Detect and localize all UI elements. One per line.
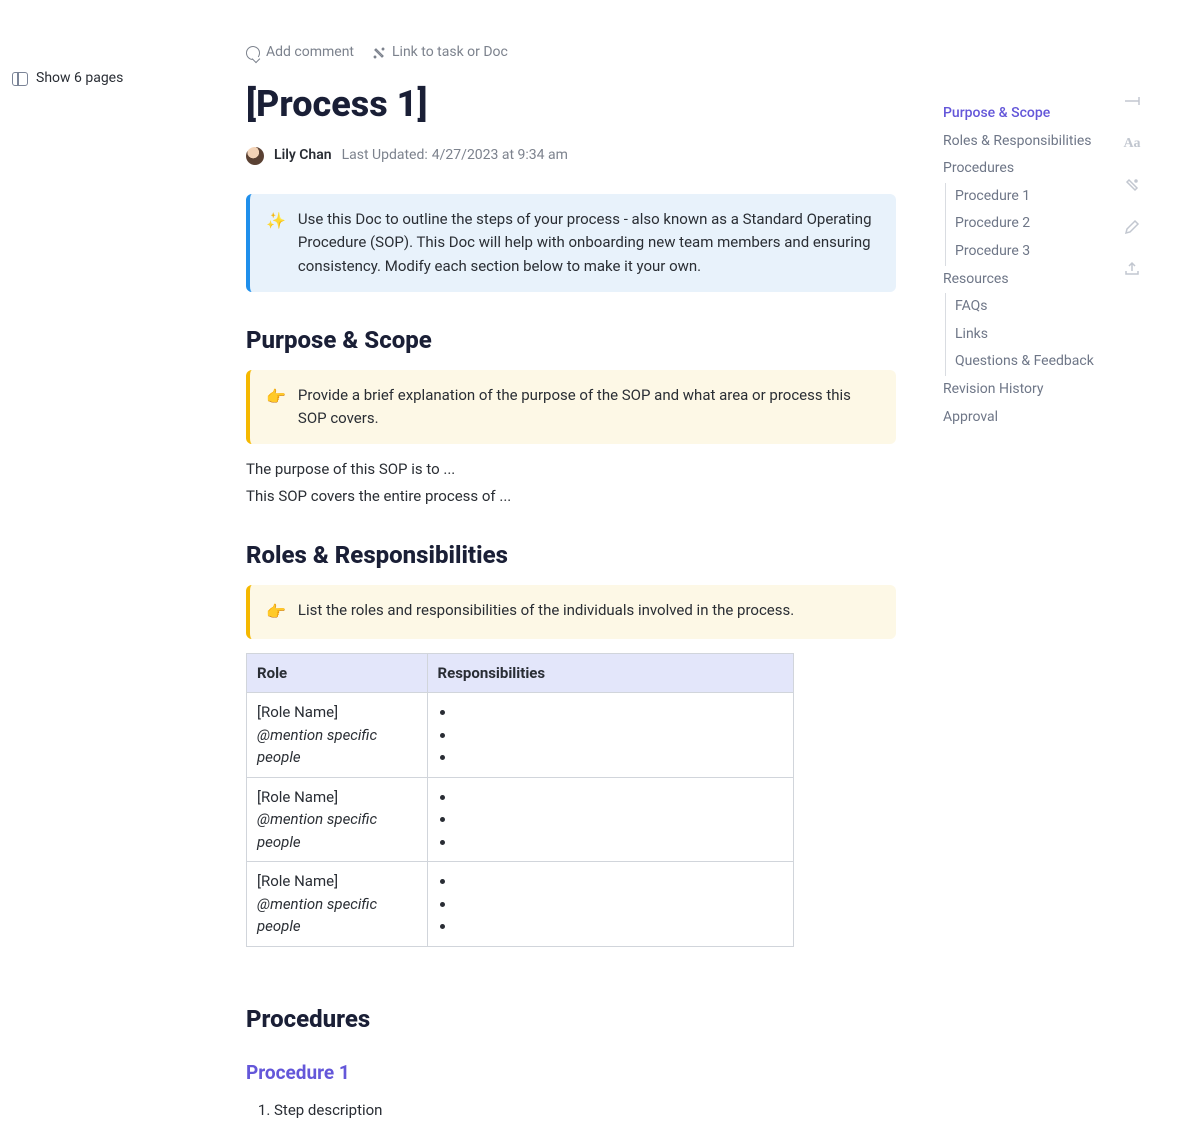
role-mention: @mention specific people — [257, 808, 417, 853]
responsibility-item[interactable] — [456, 724, 784, 747]
add-comment-label: Add comment — [266, 42, 354, 63]
link-task-button[interactable]: Link to task or Doc — [372, 42, 508, 63]
author-avatar[interactable] — [246, 147, 264, 165]
heading-roles[interactable]: Roles & Responsibilities — [246, 537, 896, 573]
table-row[interactable]: [Role Name]@mention specific people — [247, 862, 794, 947]
edit-icon[interactable] — [1123, 218, 1141, 236]
table-row[interactable]: [Role Name]@mention specific people — [247, 693, 794, 778]
outline-item[interactable]: Links — [943, 321, 1103, 349]
point-right-icon: 👉 — [266, 384, 286, 431]
role-name: [Role Name] — [257, 870, 417, 893]
sparkle-icon: ✨ — [266, 208, 286, 278]
outline-item[interactable]: Approval — [943, 404, 1103, 432]
roles-callout-text: List the roles and responsibilities of t… — [298, 599, 794, 625]
show-pages-toggle[interactable]: Show 6 pages — [12, 68, 123, 89]
export-icon[interactable] — [1123, 260, 1141, 278]
purpose-callout-text: Provide a brief explanation of the purpo… — [298, 384, 878, 431]
responsibility-item[interactable] — [456, 701, 784, 724]
add-comment-button[interactable]: Add comment — [246, 42, 354, 63]
byline: Lily Chan Last Updated:4/27/2023 at 9:34… — [246, 145, 896, 166]
page-title[interactable]: [Process 1] — [246, 77, 896, 131]
heading-procedure-1[interactable]: Procedure 1 — [246, 1059, 896, 1088]
responsibility-item[interactable] — [456, 915, 784, 938]
heading-procedures[interactable]: Procedures — [246, 1001, 896, 1037]
responsibility-item[interactable] — [456, 893, 784, 916]
typography-icon[interactable]: Aa — [1123, 134, 1141, 152]
procedure-1-step[interactable]: Step description — [274, 1097, 896, 1124]
responsibility-item[interactable] — [456, 808, 784, 831]
responsibility-item[interactable] — [456, 870, 784, 893]
roles-th-role: Role — [247, 653, 428, 693]
roles-callout[interactable]: 👉 List the roles and responsibilities of… — [246, 585, 896, 639]
outline-item[interactable]: Procedures — [943, 155, 1103, 183]
table-row[interactable]: [Role Name]@mention specific people — [247, 777, 794, 862]
role-name: [Role Name] — [257, 786, 417, 809]
last-updated: Last Updated:4/27/2023 at 9:34 am — [342, 145, 568, 166]
show-pages-label: Show 6 pages — [36, 68, 123, 89]
document-body: Add comment Link to task or Doc [Process… — [246, 42, 896, 1124]
outline-item[interactable]: Revision History — [943, 376, 1103, 404]
role-mention: @mention specific people — [257, 893, 417, 938]
purpose-line-1[interactable]: The purpose of this SOP is to ... — [246, 458, 896, 481]
intro-callout[interactable]: ✨ Use this Doc to outline the steps of y… — [246, 194, 896, 292]
intro-callout-text: Use this Doc to outline the steps of you… — [298, 208, 878, 278]
wand-icon — [372, 46, 386, 60]
procedure-1-steps[interactable]: Step description — [246, 1097, 896, 1124]
roles-th-responsibilities: Responsibilities — [427, 653, 794, 693]
outline-item[interactable]: Resources — [943, 266, 1103, 294]
role-cell[interactable]: [Role Name]@mention specific people — [247, 693, 428, 778]
roles-table[interactable]: Role Responsibilities [Role Name]@mentio… — [246, 653, 794, 947]
role-cell[interactable]: [Role Name]@mention specific people — [247, 862, 428, 947]
page-outline: Purpose & ScopeRoles & ResponsibilitiesP… — [943, 100, 1103, 431]
responsibility-item[interactable] — [456, 786, 784, 809]
purpose-callout[interactable]: 👉 Provide a brief explanation of the pur… — [246, 370, 896, 445]
outline-item[interactable]: FAQs — [943, 293, 1103, 321]
doc-toolbar: Add comment Link to task or Doc — [246, 42, 896, 63]
comment-icon — [246, 46, 260, 60]
responsibilities-cell[interactable] — [427, 777, 794, 862]
outline-item[interactable]: Purpose & Scope — [943, 100, 1103, 128]
ai-icon[interactable] — [1123, 176, 1141, 194]
link-task-label: Link to task or Doc — [392, 42, 508, 63]
purpose-line-2[interactable]: This SOP covers the entire process of ..… — [246, 485, 896, 508]
outline-item[interactable]: Procedure 2 — [943, 210, 1103, 238]
responsibility-item[interactable] — [456, 831, 784, 854]
outline-item[interactable]: Procedure 3 — [943, 238, 1103, 266]
tool-rail: Aa — [1122, 92, 1142, 278]
outline-item[interactable]: Procedure 1 — [943, 183, 1103, 211]
point-right-icon: 👉 — [266, 599, 286, 625]
author-name[interactable]: Lily Chan — [274, 145, 332, 166]
outline-item[interactable]: Questions & Feedback — [943, 348, 1103, 376]
responsibilities-cell[interactable] — [427, 693, 794, 778]
role-name: [Role Name] — [257, 701, 417, 724]
width-icon[interactable] — [1123, 92, 1141, 110]
responsibilities-cell[interactable] — [427, 862, 794, 947]
sidebar-icon — [12, 72, 28, 86]
responsibility-item[interactable] — [456, 746, 784, 769]
role-mention: @mention specific people — [257, 724, 417, 769]
role-cell[interactable]: [Role Name]@mention specific people — [247, 777, 428, 862]
outline-item[interactable]: Roles & Responsibilities — [943, 128, 1103, 156]
heading-purpose[interactable]: Purpose & Scope — [246, 322, 896, 358]
